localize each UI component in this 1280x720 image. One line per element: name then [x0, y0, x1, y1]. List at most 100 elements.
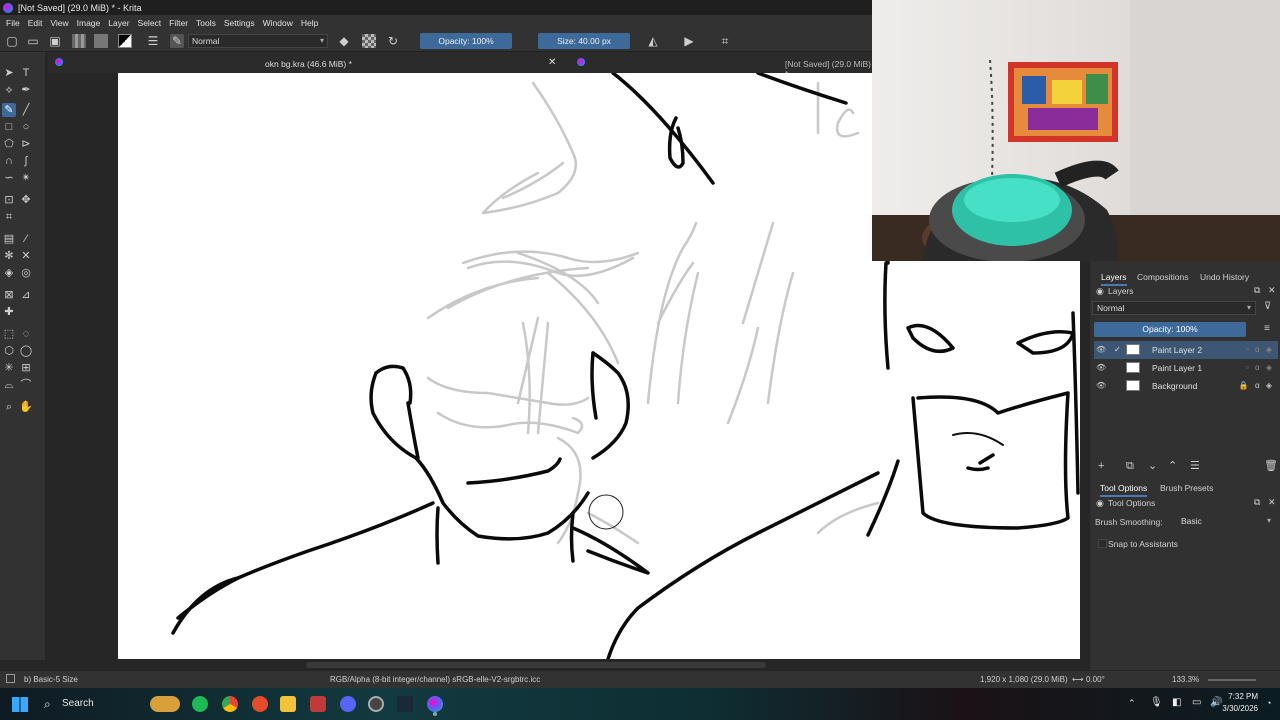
bezier-selection-tool-icon[interactable]: ⌓: [2, 378, 16, 392]
fill-tool-icon[interactable]: ◈: [2, 266, 16, 280]
menu-tools[interactable]: Tools: [192, 18, 220, 28]
app-icon[interactable]: [310, 696, 326, 712]
wrap-around-icon[interactable]: ⌗: [718, 34, 732, 48]
contiguous-selection-tool-icon[interactable]: ✳: [2, 361, 16, 375]
transform-tool-icon[interactable]: ⊡: [2, 193, 16, 207]
polygon-tool-icon[interactable]: ⬠: [2, 137, 16, 151]
layer-row-paint-layer-2[interactable]: 👁 ✓ Paint Layer 2 ▫ α ◈: [1094, 341, 1278, 359]
select-shapes-tool-icon[interactable]: ➤: [2, 66, 16, 80]
filter-icon[interactable]: ⊽: [1264, 301, 1271, 313]
layer-properties-icon[interactable]: ▫ α ◈: [1246, 359, 1274, 377]
docker-float-icon[interactable]: ◉: [1096, 285, 1104, 297]
color-picker-tool-icon[interactable]: ⁄: [19, 232, 33, 246]
notifications-icon[interactable]: ◔: [1266, 698, 1271, 708]
undock-icon[interactable]: ⧉: [1254, 496, 1260, 508]
close-panel-icon[interactable]: ✕: [1268, 496, 1276, 508]
layer-opacity-slider[interactable]: Opacity: 100%: [1094, 322, 1246, 337]
undock-icon[interactable]: ⧉: [1254, 284, 1260, 296]
system-clock[interactable]: 7:32 PM 3/30/2026: [1198, 691, 1258, 715]
gradient-selector-icon[interactable]: [72, 34, 86, 48]
visibility-eye-icon[interactable]: 👁: [1096, 377, 1106, 395]
close-panel-icon[interactable]: ✕: [1268, 284, 1276, 296]
multibrush-tool-icon[interactable]: ✴: [19, 171, 33, 185]
add-layer-icon[interactable]: +: [1098, 460, 1104, 472]
tab-compositions[interactable]: Compositions: [1137, 272, 1189, 282]
size-slider[interactable]: Size: 40.00 px: [538, 33, 630, 49]
layer-row-background[interactable]: 👁 Background 🔒 α ◈: [1094, 377, 1278, 395]
pan-tool-icon[interactable]: ✋: [19, 400, 33, 414]
app-icon[interactable]: [252, 696, 268, 712]
layer-properties-menu-icon[interactable]: ☰: [1190, 460, 1200, 472]
spotify-icon[interactable]: [192, 696, 208, 712]
freehand-path-tool-icon[interactable]: ∫: [19, 154, 33, 168]
microphone-icon[interactable]: 🎙: [1150, 697, 1163, 708]
colorize-mask-tool-icon[interactable]: ✻: [2, 249, 16, 263]
news-widget-icon[interactable]: [150, 696, 180, 712]
move-layer-down-icon[interactable]: ⌄: [1148, 460, 1157, 472]
new-document-icon[interactable]: ▢: [5, 34, 19, 48]
bezier-tool-icon[interactable]: ∩: [2, 154, 16, 168]
eraser-icon[interactable]: ◆: [337, 34, 351, 48]
chrome-icon[interactable]: [222, 696, 238, 712]
magnetic-selection-tool-icon[interactable]: ⌒: [19, 378, 33, 392]
file-explorer-icon[interactable]: [280, 696, 296, 712]
menu-edit[interactable]: Edit: [24, 18, 47, 28]
assistant-tool-icon[interactable]: ⊠: [2, 288, 16, 302]
menu-filter[interactable]: Filter: [165, 18, 192, 28]
mirror-horizontal-icon[interactable]: ◭: [646, 34, 660, 48]
gradient-tool-icon[interactable]: ▤: [2, 232, 16, 246]
dynamic-brush-tool-icon[interactable]: ∽: [2, 171, 16, 185]
brush-preset-icon[interactable]: ✎: [170, 34, 184, 48]
measure-tool-icon[interactable]: ⊿: [19, 288, 33, 302]
similar-color-selection-tool-icon[interactable]: ⊞: [19, 361, 33, 375]
reference-images-tool-icon[interactable]: ✚: [2, 305, 16, 319]
tab-active-document[interactable]: okn bg.kra (46.6 MiB) *: [265, 59, 352, 69]
scrollbar-thumb[interactable]: [306, 662, 766, 668]
move-tool-icon[interactable]: ✥: [19, 193, 33, 207]
menu-file[interactable]: File: [2, 18, 24, 28]
windows-start-icon[interactable]: [12, 697, 28, 712]
tab-undo-history[interactable]: Undo History: [1200, 272, 1249, 282]
tab-brush-presets[interactable]: Brush Presets: [1160, 483, 1213, 493]
menu-view[interactable]: View: [46, 18, 72, 28]
steam-icon[interactable]: [397, 696, 413, 712]
visibility-eye-icon[interactable]: 👁: [1096, 341, 1106, 359]
pattern-selector-icon[interactable]: [94, 34, 108, 48]
freehand-brush-tool-icon[interactable]: ✎: [2, 103, 16, 117]
menu-image[interactable]: Image: [73, 18, 105, 28]
krita-taskbar-icon[interactable]: [427, 696, 443, 712]
polygonal-selection-tool-icon[interactable]: ⬡: [2, 344, 16, 358]
menu-settings[interactable]: Settings: [220, 18, 259, 28]
visibility-eye-icon[interactable]: 👁: [1096, 359, 1106, 377]
foreground-background-color-icon[interactable]: [118, 34, 132, 48]
obs-icon[interactable]: [368, 696, 384, 712]
reload-preset-icon[interactable]: ↻: [386, 34, 400, 48]
docker-float-icon[interactable]: ◉: [1096, 497, 1104, 509]
layer-blend-mode-dropdown[interactable]: Normal: [1092, 301, 1256, 315]
line-tool-icon[interactable]: ╱: [19, 103, 33, 117]
open-document-icon[interactable]: ▭: [26, 34, 40, 48]
network-icon[interactable]: ◧: [1172, 697, 1181, 708]
horizontal-scrollbar[interactable]: [46, 660, 1080, 670]
enclose-fill-tool-icon[interactable]: ◎: [19, 266, 33, 280]
save-icon[interactable]: ▣: [48, 34, 62, 48]
opacity-slider[interactable]: Opacity: 100%: [420, 33, 512, 49]
preserve-alpha-icon[interactable]: [362, 34, 376, 48]
menu-window[interactable]: Window: [259, 18, 297, 28]
layer-properties-icon[interactable]: ▫ α ◈: [1246, 341, 1274, 359]
crop-tool-icon[interactable]: ⌗: [2, 210, 16, 224]
move-layer-up-icon[interactable]: ⌃: [1168, 460, 1177, 472]
polyline-tool-icon[interactable]: ⊳: [19, 137, 33, 151]
tab-layers[interactable]: Layers: [1101, 272, 1127, 286]
current-brush-label[interactable]: b) Basic-5 Size: [24, 675, 78, 684]
delete-layer-icon[interactable]: 🗑: [1264, 460, 1278, 472]
discord-icon[interactable]: [340, 696, 356, 712]
edit-shapes-tool-icon[interactable]: ⟡: [2, 83, 16, 97]
brush-smoothing-dropdown[interactable]: Basic: [1176, 514, 1276, 528]
snap-checkbox[interactable]: [1098, 539, 1107, 548]
smart-patch-tool-icon[interactable]: ✕: [19, 249, 33, 263]
layer-row-paint-layer-1[interactable]: 👁 Paint Layer 1 ▫ α ◈: [1094, 359, 1278, 377]
duplicate-layer-icon[interactable]: ⧉: [1126, 460, 1134, 472]
zoom-tool-icon[interactable]: ⌕: [2, 400, 16, 414]
elliptical-selection-tool-icon[interactable]: ◌: [19, 327, 33, 341]
